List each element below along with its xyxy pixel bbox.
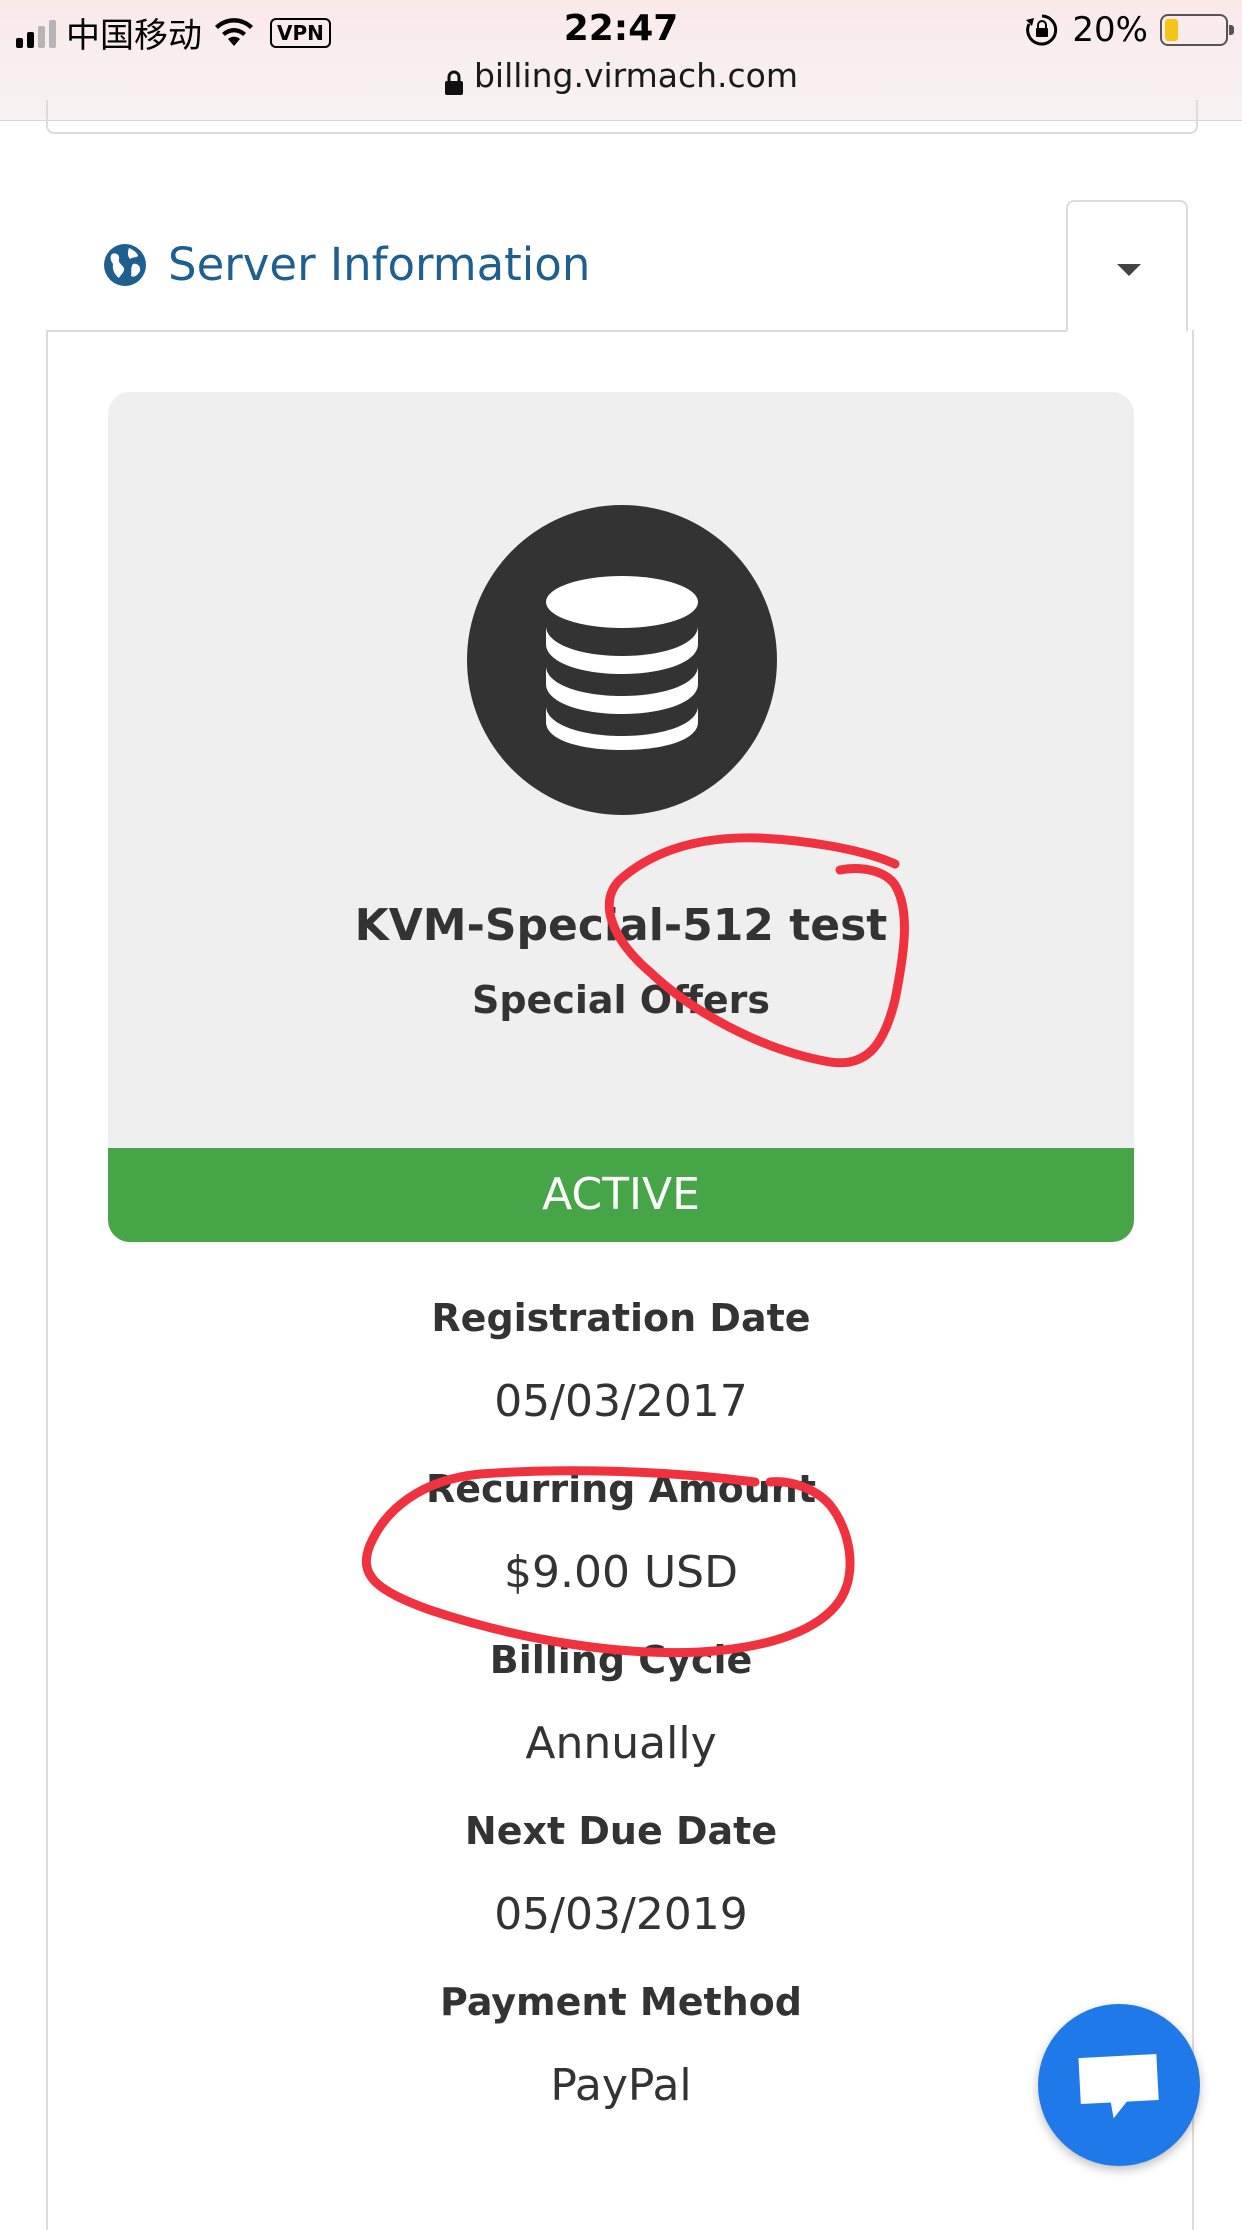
section-title[interactable]: Server Information xyxy=(102,238,590,291)
live-chat-button[interactable] xyxy=(1038,2004,1200,2166)
detail-value: 05/03/2019 xyxy=(494,1889,748,1940)
detail-label: Billing Cycle xyxy=(489,1638,753,1682)
product-card: KVM-Special-512 test Special Offers ACTI… xyxy=(108,392,1134,1242)
detail-value: 05/03/2017 xyxy=(494,1376,748,1427)
detail-value: $9.00 USD xyxy=(504,1547,738,1598)
detail-label: Registration Date xyxy=(431,1296,811,1340)
product-name: KVM-Special-512 test xyxy=(354,900,888,951)
battery-level xyxy=(1165,19,1178,41)
detail-next-due-date: Next Due Date 05/03/2019 xyxy=(0,1803,1242,1974)
product-icon-circle xyxy=(467,505,777,815)
previous-panel-edge xyxy=(46,100,1198,134)
service-details: Registration Date 05/03/2017 Recurring A… xyxy=(0,1290,1242,2145)
section-title-text: Server Information xyxy=(168,238,591,291)
url-text: billing.virmach.com xyxy=(473,56,799,95)
product-group: Special Offers xyxy=(471,978,770,1022)
status-badge: ACTIVE xyxy=(108,1148,1134,1242)
detail-label: Recurring Amount xyxy=(426,1467,816,1511)
globe-icon xyxy=(104,243,146,286)
caret-down-icon xyxy=(1117,264,1141,276)
detail-value: Annually xyxy=(525,1718,717,1769)
detail-billing-cycle: Billing Cycle Annually xyxy=(0,1632,1242,1803)
battery-icon xyxy=(1160,14,1234,46)
battery-percent: 20% xyxy=(1072,10,1148,50)
detail-label: Next Due Date xyxy=(464,1809,778,1853)
collapse-toggle-button[interactable] xyxy=(1066,200,1188,332)
padlock-icon xyxy=(444,65,464,95)
url-bar[interactable]: billing.virmach.com xyxy=(0,56,1242,95)
detail-registration-date: Registration Date 05/03/2017 xyxy=(0,1290,1242,1461)
chat-icon xyxy=(1078,2054,1159,2119)
detail-label: Payment Method xyxy=(439,1980,802,2024)
database-icon xyxy=(546,576,698,750)
section-header: Server Information xyxy=(46,200,1194,332)
detail-recurring-amount: Recurring Amount $9.00 USD xyxy=(0,1461,1242,1632)
status-right: 20% xyxy=(1024,10,1234,50)
orientation-lock-icon xyxy=(1026,14,1058,46)
